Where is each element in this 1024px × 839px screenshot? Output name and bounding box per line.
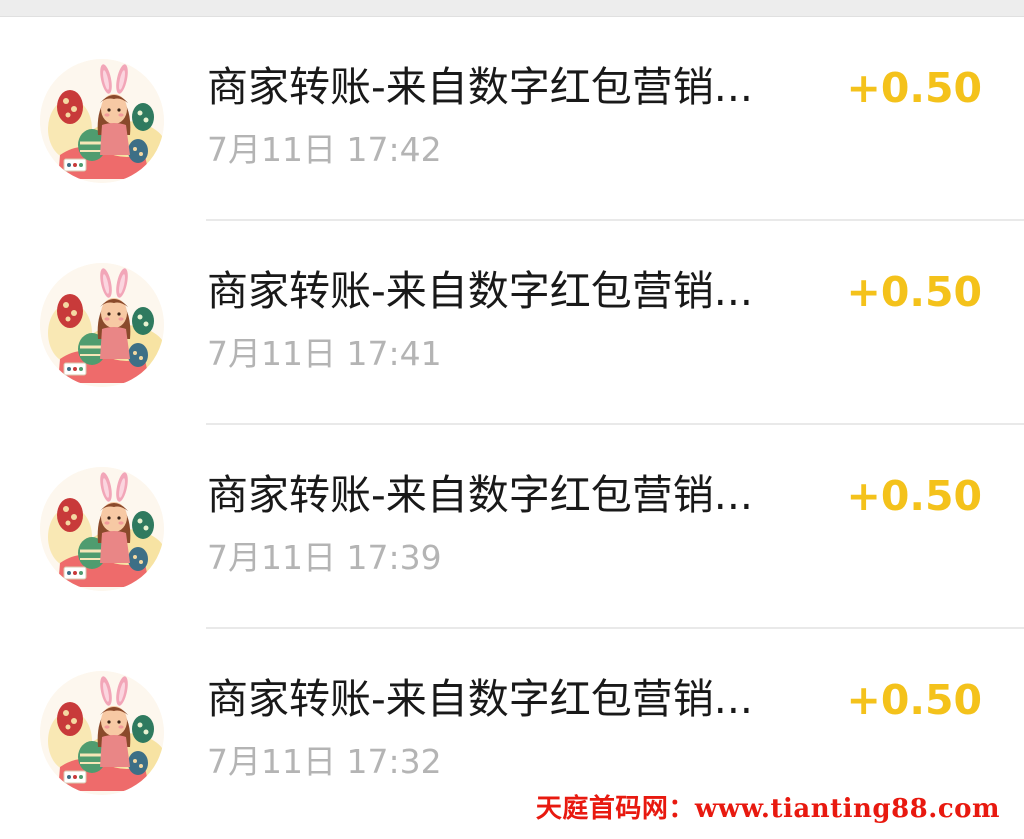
transaction-title: 商家转账-来自数字红包营销... [207, 267, 753, 315]
easter-girl-avatar-icon [40, 467, 164, 591]
transaction-title: 商家转账-来自数字红包营销... [207, 471, 753, 519]
watermark: 天庭首码网：www.tianting88.com [535, 794, 1000, 824]
transaction-row[interactable]: 商家转账-来自数字红包营销... 7月11日 17:41 +0.50 [0, 221, 1024, 425]
transaction-row[interactable]: 商家转账-来自数字红包营销... 7月11日 17:42 +0.50 [0, 17, 1024, 221]
transaction-amount: +0.50 [846, 472, 982, 520]
transaction-time: 7月11日 17:42 [207, 130, 442, 169]
top-strip [0, 0, 1024, 17]
transaction-title: 商家转账-来自数字红包营销... [207, 63, 753, 111]
easter-girl-avatar-icon [40, 263, 164, 387]
transaction-time: 7月11日 17:32 [207, 742, 442, 781]
transaction-time: 7月11日 17:41 [207, 334, 442, 373]
transaction-amount: +0.50 [846, 268, 982, 316]
transaction-time: 7月11日 17:39 [207, 538, 442, 577]
easter-girl-avatar-icon [40, 671, 164, 795]
transaction-amount: +0.50 [846, 64, 982, 112]
transaction-title: 商家转账-来自数字红包营销... [207, 675, 753, 723]
transaction-row[interactable]: 商家转账-来自数字红包营销... 7月11日 17:39 +0.50 [0, 425, 1024, 629]
easter-girl-avatar-icon [40, 59, 164, 183]
transaction-amount: +0.50 [846, 676, 982, 724]
transaction-list: 商家转账-来自数字红包营销... 7月11日 17:42 +0.50 商家转账-… [0, 17, 1024, 833]
